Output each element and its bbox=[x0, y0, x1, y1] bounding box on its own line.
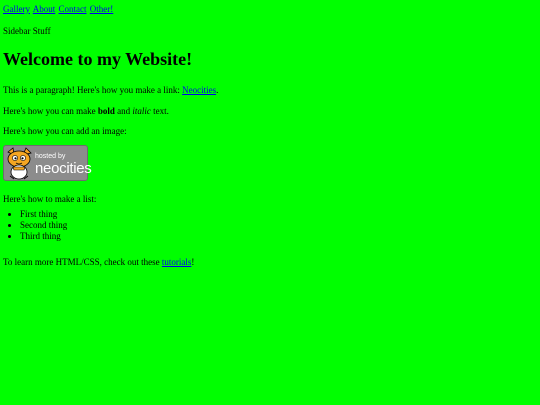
list-item: Third thing bbox=[20, 231, 67, 242]
formatting-middle: and bbox=[114, 106, 133, 116]
example-list: First thing Second thing Third thing bbox=[3, 209, 67, 242]
nav-bar: Gallery About Contact Other! bbox=[3, 4, 114, 14]
list-item: Second thing bbox=[20, 220, 67, 231]
list-paragraph: Here's how to make a list: bbox=[3, 194, 97, 204]
neocities-cat-icon bbox=[7, 147, 32, 180]
neocities-link[interactable]: Neocities bbox=[182, 85, 216, 95]
tutorials-link[interactable]: tutorials bbox=[162, 257, 192, 267]
link-paragraph: This is a paragraph! Here's how you make… bbox=[3, 85, 218, 95]
image-paragraph: Here's how you can add an image: bbox=[3, 126, 127, 136]
learn-paragraph: To learn more HTML/CSS, check out these … bbox=[3, 257, 194, 267]
formatting-paragraph: Here's how you can make bold and italic … bbox=[3, 106, 169, 116]
badge-small-text: hosted by bbox=[35, 153, 66, 160]
bold-word: bold bbox=[97, 106, 115, 116]
nav-link-about[interactable]: About bbox=[33, 4, 56, 14]
link-paragraph-suffix: . bbox=[216, 85, 219, 95]
learn-suffix: ! bbox=[191, 257, 195, 267]
nav-link-contact[interactable]: Contact bbox=[59, 4, 87, 14]
link-paragraph-prefix: This is a paragraph! Here's how you make… bbox=[3, 85, 183, 95]
formatting-prefix: Here's how you can make bbox=[3, 106, 98, 116]
badge-big-text: neocities bbox=[35, 160, 92, 177]
italic-word: italic bbox=[132, 106, 151, 116]
sidebar-text: Sidebar Stuff bbox=[3, 26, 51, 36]
learn-prefix: To learn more HTML/CSS, check out these bbox=[3, 257, 162, 267]
formatting-suffix: text. bbox=[150, 106, 169, 116]
list-item: First thing bbox=[20, 209, 67, 220]
page: Gallery About Contact Other! Sidebar Stu… bbox=[0, 0, 540, 405]
page-title: Welcome to my Website! bbox=[3, 49, 193, 69]
nav-link-other[interactable]: Other! bbox=[90, 4, 114, 14]
nav-link-gallery[interactable]: Gallery bbox=[3, 4, 30, 14]
neocities-badge-image: hosted by neocities bbox=[3, 145, 92, 181]
